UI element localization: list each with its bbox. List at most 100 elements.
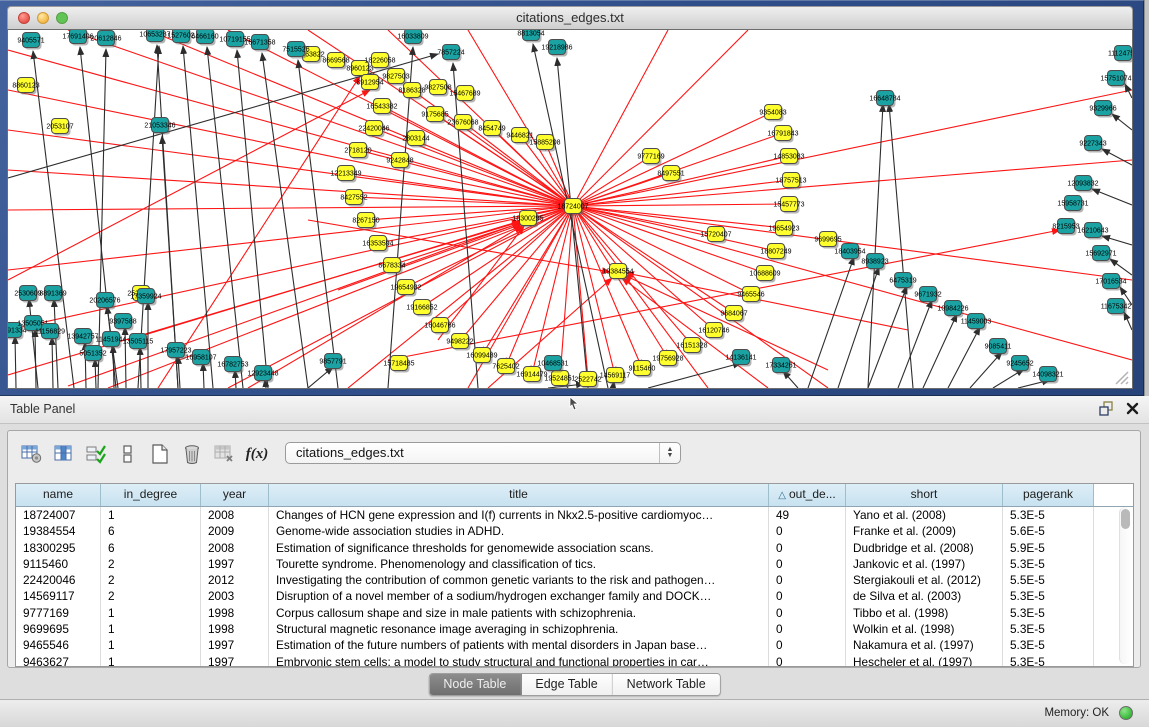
graph-node[interactable]: 2718120 (344, 143, 371, 160)
graph-node[interactable]: 16782753 (217, 357, 248, 374)
graph-node[interactable]: 19218986 (541, 40, 572, 57)
graph-node[interactable]: 8267150 (352, 213, 379, 230)
graph-node[interactable]: 15720407 (700, 227, 731, 244)
graph-node[interactable]: 9684067 (720, 306, 747, 323)
graph-node[interactable]: 8891369 (39, 286, 66, 303)
graph-node[interactable]: 9777169 (637, 149, 664, 166)
scrollbar-thumb[interactable] (1121, 509, 1130, 529)
graph-node[interactable]: 15958731 (1057, 196, 1088, 213)
graph-node[interactable]: 15718485 (383, 356, 414, 373)
graph-node[interactable]: 16353594 (362, 236, 393, 253)
graph-node[interactable]: 20206576 (89, 293, 120, 310)
table-row[interactable]: 1872400712008Changes of HCN gene express… (16, 507, 1133, 523)
table-row[interactable]: 946554611997Estimation of the future num… (16, 637, 1133, 653)
table-row[interactable]: 1456911722003Disruption of a novel membe… (16, 588, 1133, 604)
column-header-year[interactable]: year (201, 484, 269, 506)
graph-node[interactable]: 16120746 (698, 323, 729, 340)
create-column-button[interactable] (145, 441, 175, 467)
window-titlebar[interactable]: citations_edges.txt (7, 6, 1133, 30)
graph-node[interactable]: 9397588 (109, 314, 136, 331)
graph-node[interactable]: 11459003 (961, 314, 992, 331)
select-all-columns-button[interactable] (81, 441, 111, 467)
column-header-pagerank[interactable]: pagerank (1003, 484, 1094, 506)
graph-node[interactable]: 6475319 (889, 273, 916, 290)
graph-node[interactable]: 19384554 (602, 264, 633, 281)
table-row[interactable]: 911546021997Tourette syndrome. Phenomeno… (16, 556, 1133, 572)
graph-node[interactable]: 9699695 (814, 232, 841, 249)
column-header-name[interactable]: name (16, 484, 101, 506)
graph-node[interactable]: 16046766 (424, 318, 455, 335)
table-row[interactable]: 969969511998Structural magnetic resonanc… (16, 621, 1133, 637)
graph-node[interactable]: 16914479 (516, 367, 547, 384)
graph-node[interactable]: 8215953 (1052, 219, 1079, 236)
graph-node[interactable]: 9329966 (1089, 101, 1116, 118)
graph-node[interactable]: 15457773 (773, 197, 804, 214)
unselect-all-columns-button[interactable] (113, 441, 143, 467)
graph-node[interactable]: 14136141 (725, 350, 756, 367)
graph-node[interactable]: 18807249 (760, 244, 791, 261)
graph-node[interactable]: 9227343 (1079, 136, 1106, 153)
graph-node[interactable]: 23676068 (447, 115, 478, 132)
delete-table-button[interactable] (209, 441, 239, 467)
graph-node[interactable]: 10653287 (139, 30, 170, 44)
graph-node[interactable]: 5051352 (79, 346, 106, 363)
graph-node[interactable]: 12923448 (247, 366, 278, 383)
graph-node[interactable]: 6466160 (191, 30, 218, 46)
table-row[interactable]: 977716911998Corpus callosum shape and si… (16, 605, 1133, 621)
memory-status-indicator[interactable] (1119, 706, 1133, 720)
graph-node[interactable]: 9354083 (759, 105, 786, 122)
graph-node[interactable]: 8427552 (340, 190, 367, 207)
graph-node[interactable]: 14098321 (1032, 367, 1063, 384)
table-select-dropdown[interactable]: citations_edges.txt ▲▼ (285, 442, 681, 464)
graph-node[interactable]: 8678334 (378, 258, 405, 275)
table-mode-button[interactable] (17, 441, 47, 467)
graph-node[interactable]: 10688609 (749, 266, 780, 283)
graph-node[interactable]: 10468531 (537, 356, 568, 373)
graph-node[interactable]: 9085411 (985, 339, 1012, 356)
show-columns-button[interactable] (49, 441, 79, 467)
graph-node[interactable]: 13942757 (67, 329, 98, 346)
graph-node[interactable]: 16543382 (366, 99, 397, 116)
graph-node[interactable]: 17691406 (62, 30, 93, 46)
tab-edge-table[interactable]: Edge Table (521, 674, 612, 695)
graph-node[interactable]: 16791843 (767, 126, 798, 143)
graph-node[interactable]: 9827508 (424, 80, 451, 97)
graph-node[interactable]: 19756928 (652, 351, 683, 368)
graph-node[interactable]: 21053346 (144, 118, 175, 135)
graph-node[interactable]: 9115460 (629, 361, 656, 378)
column-header-short[interactable]: short (846, 484, 1003, 506)
graph-node[interactable]: 11675342 (1101, 299, 1132, 316)
graph-node[interactable]: 19166852 (406, 300, 437, 317)
graph-node[interactable]: 2522742 (574, 372, 601, 389)
graph-node[interactable]: 7857224 (437, 45, 464, 62)
graph-node[interactable]: 16099489 (466, 348, 497, 365)
graph-node[interactable]: 11124753 (1108, 46, 1132, 63)
graph-node[interactable]: 9175685 (421, 107, 448, 124)
graph-node[interactable]: 8454749 (478, 121, 505, 138)
table-row[interactable]: 1938455462009Genome-wide association stu… (16, 523, 1133, 539)
graph-node[interactable]: 7515526 (282, 42, 309, 59)
table-row[interactable]: 1830029562008Estimation of significance … (16, 540, 1133, 556)
graph-node[interactable]: 9245652 (1006, 356, 1033, 373)
graph-node[interactable]: 20612846 (90, 31, 121, 48)
table-vertical-scrollbar[interactable] (1119, 507, 1132, 664)
function-builder-button[interactable]: f(x) (240, 446, 274, 463)
graph-node[interactable]: 22420046 (358, 121, 389, 138)
graph-node[interactable]: 17334261 (765, 358, 796, 375)
delete-column-button[interactable] (177, 441, 207, 467)
graph-node[interactable]: 15467689 (449, 86, 480, 103)
tab-node-table[interactable]: Node Table (429, 674, 521, 695)
tab-network-table[interactable]: Network Table (613, 674, 720, 695)
table-row[interactable]: 946362711997Embryonic stem cells: a mode… (16, 654, 1133, 667)
column-header-in_degree[interactable]: in_degree (101, 484, 201, 506)
table-row[interactable]: 2242004622012Investigating the contribut… (16, 572, 1133, 588)
graph-node[interactable]: 12213349 (330, 166, 361, 183)
resize-grip[interactable] (1112, 368, 1130, 386)
graph-node[interactable]: 9405571 (17, 33, 44, 50)
float-panel-icon[interactable] (1099, 401, 1114, 416)
graph-node[interactable]: 10984226 (937, 301, 968, 318)
graph-node[interactable]: 2053107 (46, 119, 73, 136)
network-canvas[interactable]: 1872400718300295193845547463822866956889… (7, 29, 1133, 389)
graph-node[interactable]: 15751074 (1100, 71, 1131, 88)
graph-node[interactable]: 2530609 (14, 286, 41, 303)
